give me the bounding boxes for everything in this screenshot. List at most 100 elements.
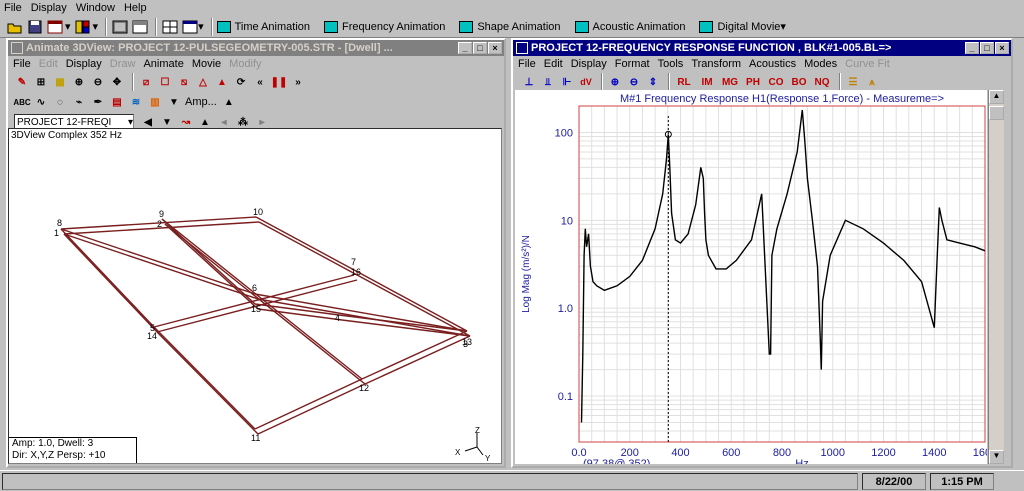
- digital-movie-icon: [699, 20, 714, 33]
- tile-window-icon[interactable]: [111, 18, 129, 36]
- double-cursor-icon[interactable]: ⫫: [540, 74, 556, 90]
- forward-icon[interactable]: »: [290, 74, 306, 90]
- close-button[interactable]: ×: [488, 42, 502, 54]
- scale-icon[interactable]: ⇕: [645, 74, 661, 90]
- right-menu-file[interactable]: File: [518, 58, 536, 70]
- add-point-icon[interactable]: ⊞: [33, 74, 49, 90]
- color-table-icon[interactable]: ▤: [109, 94, 125, 110]
- scroll-down-button[interactable]: ▼: [989, 450, 1004, 464]
- magnitude-button[interactable]: MG: [720, 74, 740, 90]
- amp-up-icon[interactable]: ▲: [221, 94, 237, 110]
- scroll-thumb[interactable]: [989, 106, 1004, 120]
- abc-label-icon[interactable]: ABC: [13, 94, 30, 110]
- table-view-icon[interactable]: ▾: [46, 18, 72, 36]
- triangle-fill-icon[interactable]: ▲: [214, 74, 230, 90]
- layout-dropdown-icon[interactable]: ▾: [181, 18, 205, 36]
- node-label: 1: [54, 228, 59, 238]
- amp-down-icon[interactable]: ▼: [166, 94, 182, 110]
- right-menu-format[interactable]: Format: [615, 58, 650, 70]
- left-menu-animate[interactable]: Animate: [143, 58, 183, 70]
- left-menu-display[interactable]: Display: [66, 58, 102, 70]
- main-toolbar: ▾ ▾ ▾ Time Animation Frequency Animation…: [0, 16, 1024, 38]
- right-menu-transform[interactable]: Transform: [691, 58, 741, 70]
- color-bar-icon[interactable]: ▥: [147, 94, 163, 110]
- grid-layout-icon[interactable]: [161, 18, 179, 36]
- frf-vertical-scrollbar[interactable]: ▲ ▼: [988, 90, 1004, 464]
- status-bar: 8/22/00 1:15 PM: [0, 470, 1024, 491]
- scroll-up-button[interactable]: ▲: [989, 90, 1004, 104]
- right-menu-acoustics[interactable]: Acoustics: [749, 58, 796, 70]
- time-animation-icon: [216, 20, 231, 33]
- overlay-icon[interactable]: ⩚: [864, 74, 880, 90]
- right-menu-edit[interactable]: Edit: [544, 58, 563, 70]
- real-button[interactable]: RL: [674, 74, 694, 90]
- time-animation-button[interactable]: Time Animation: [216, 20, 310, 33]
- coquad-button[interactable]: CO: [766, 74, 786, 90]
- imaginary-button[interactable]: IM: [697, 74, 717, 90]
- wave-icon[interactable]: ∿: [33, 94, 49, 110]
- x-tick-label: 400: [671, 447, 689, 459]
- rewind-icon[interactable]: «: [252, 74, 268, 90]
- rect-diag-icon[interactable]: ⧅: [176, 74, 192, 90]
- close-button[interactable]: ×: [995, 42, 1009, 54]
- contour-icon[interactable]: ≋: [128, 94, 144, 110]
- zoom-in-icon[interactable]: ⊕: [71, 74, 87, 90]
- sweep-icon[interactable]: ⌁: [71, 94, 87, 110]
- amp-label[interactable]: Amp...: [185, 96, 217, 108]
- minimize-button[interactable]: _: [458, 42, 472, 54]
- shape-animation-button[interactable]: Shape Animation: [459, 20, 561, 33]
- separator: [105, 17, 108, 36]
- palette-icon[interactable]: ▾: [74, 18, 100, 36]
- structure-member: [338, 314, 468, 332]
- left-toolbar-2: ABC ∿ ◌ ⌁ ✒ ▤ ≋ ▥ ▼ Amp... ▲: [8, 92, 504, 112]
- stack-icon[interactable]: ☰: [845, 74, 861, 90]
- frf-chart-area[interactable]: M#1 Frequency Response H1(Response 1,For…: [515, 90, 987, 464]
- nyquist-button[interactable]: NQ: [812, 74, 832, 90]
- node-label: 11: [251, 433, 260, 443]
- minimize-button[interactable]: _: [965, 42, 979, 54]
- triangle-outline-icon[interactable]: △: [195, 74, 211, 90]
- phase-button[interactable]: PH: [743, 74, 763, 90]
- rotate-icon[interactable]: ⟳: [233, 74, 249, 90]
- 3dview-canvas[interactable]: 3DView Complex 352 Hz 1 2 3 4 5 6 7 8 9 10 11 12 13 1…: [8, 128, 502, 464]
- open-folder-icon[interactable]: [6, 18, 24, 36]
- status-message-pane: [2, 473, 858, 490]
- db-icon[interactable]: dV: [578, 74, 594, 90]
- right-menu-tools[interactable]: Tools: [658, 58, 684, 70]
- node-label: 6: [252, 283, 257, 293]
- pen-icon[interactable]: ✒: [90, 94, 106, 110]
- bode-button[interactable]: BO: [789, 74, 809, 90]
- node-label: 14: [147, 331, 157, 341]
- y-tick-label: 10: [561, 215, 573, 227]
- right-window-titlebar[interactable]: PROJECT 12-FREQUENCY RESPONSE FUNCTION ,…: [513, 40, 1011, 56]
- pause-icon[interactable]: ❚❚: [271, 74, 288, 90]
- separator: [155, 17, 158, 36]
- right-menu-modes[interactable]: Modes: [804, 58, 837, 70]
- zoom-in-icon[interactable]: ⊕: [607, 74, 623, 90]
- right-menu-display[interactable]: Display: [571, 58, 607, 70]
- band-cursor-icon[interactable]: ⊩: [559, 74, 575, 90]
- menu-help[interactable]: Help: [124, 2, 147, 14]
- menu-display[interactable]: Display: [31, 2, 67, 14]
- single-cursor-icon[interactable]: ⊥: [521, 74, 537, 90]
- left-menu-movie[interactable]: Movie: [192, 58, 221, 70]
- zoom-out-icon[interactable]: ⊖: [90, 74, 106, 90]
- move-icon[interactable]: ✥: [109, 74, 125, 90]
- save-icon[interactable]: [26, 18, 44, 36]
- select-box-icon[interactable]: ⧄: [138, 74, 154, 90]
- zoom-out-icon[interactable]: ⊖: [626, 74, 642, 90]
- cascade-window-icon[interactable]: [131, 18, 149, 36]
- left-window-titlebar[interactable]: Animate 3DView: PROJECT 12-PULSEGEOMETRY…: [8, 40, 504, 56]
- maximize-button[interactable]: □: [473, 42, 487, 54]
- digital-movie-button[interactable]: Digital Movie ▾: [699, 20, 786, 33]
- left-menu-file[interactable]: File: [13, 58, 31, 70]
- menu-file[interactable]: File: [4, 2, 22, 14]
- rect-icon[interactable]: ☐: [157, 74, 173, 90]
- menu-window[interactable]: Window: [76, 2, 115, 14]
- pencil-icon[interactable]: ✎: [14, 74, 30, 90]
- frequency-animation-button[interactable]: Frequency Animation: [324, 20, 445, 33]
- lasso-icon[interactable]: ◌: [52, 94, 68, 110]
- acoustic-animation-button[interactable]: Acoustic Animation: [574, 20, 685, 33]
- grid-color-icon[interactable]: ▦: [52, 74, 68, 90]
- maximize-button[interactable]: □: [980, 42, 994, 54]
